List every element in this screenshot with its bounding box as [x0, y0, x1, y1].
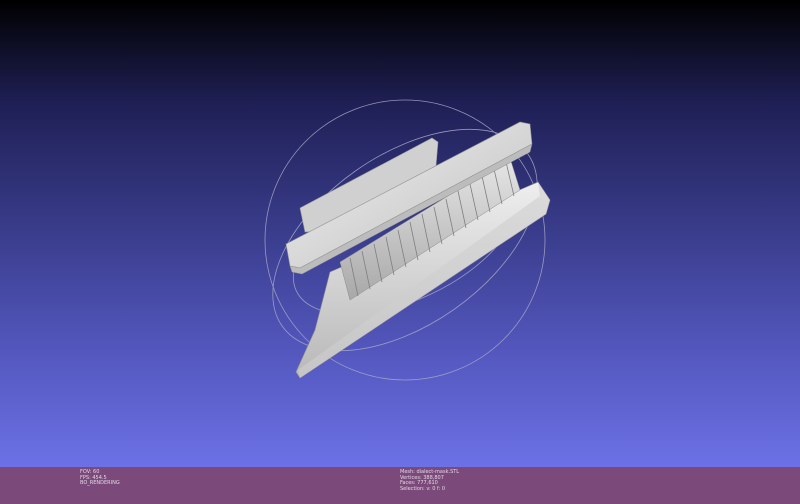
mesh-model[interactable]: [285, 121, 551, 379]
render-mode-readout: BO_RENDERING: [80, 480, 120, 486]
mesh-info: Mesh: dialect-mask.STL Vertices: 388,807…: [400, 469, 459, 492]
3d-viewport[interactable]: [0, 0, 800, 467]
mesh-render-scene[interactable]: [0, 0, 800, 467]
status-bar: FOV: 60 FPS: 454.5 BO_RENDERING Mesh: di…: [0, 467, 800, 504]
render-info: FOV: 60 FPS: 454.5 BO_RENDERING: [80, 469, 120, 487]
selection-readout: Selection: v: 0 f: 0: [400, 485, 446, 492]
